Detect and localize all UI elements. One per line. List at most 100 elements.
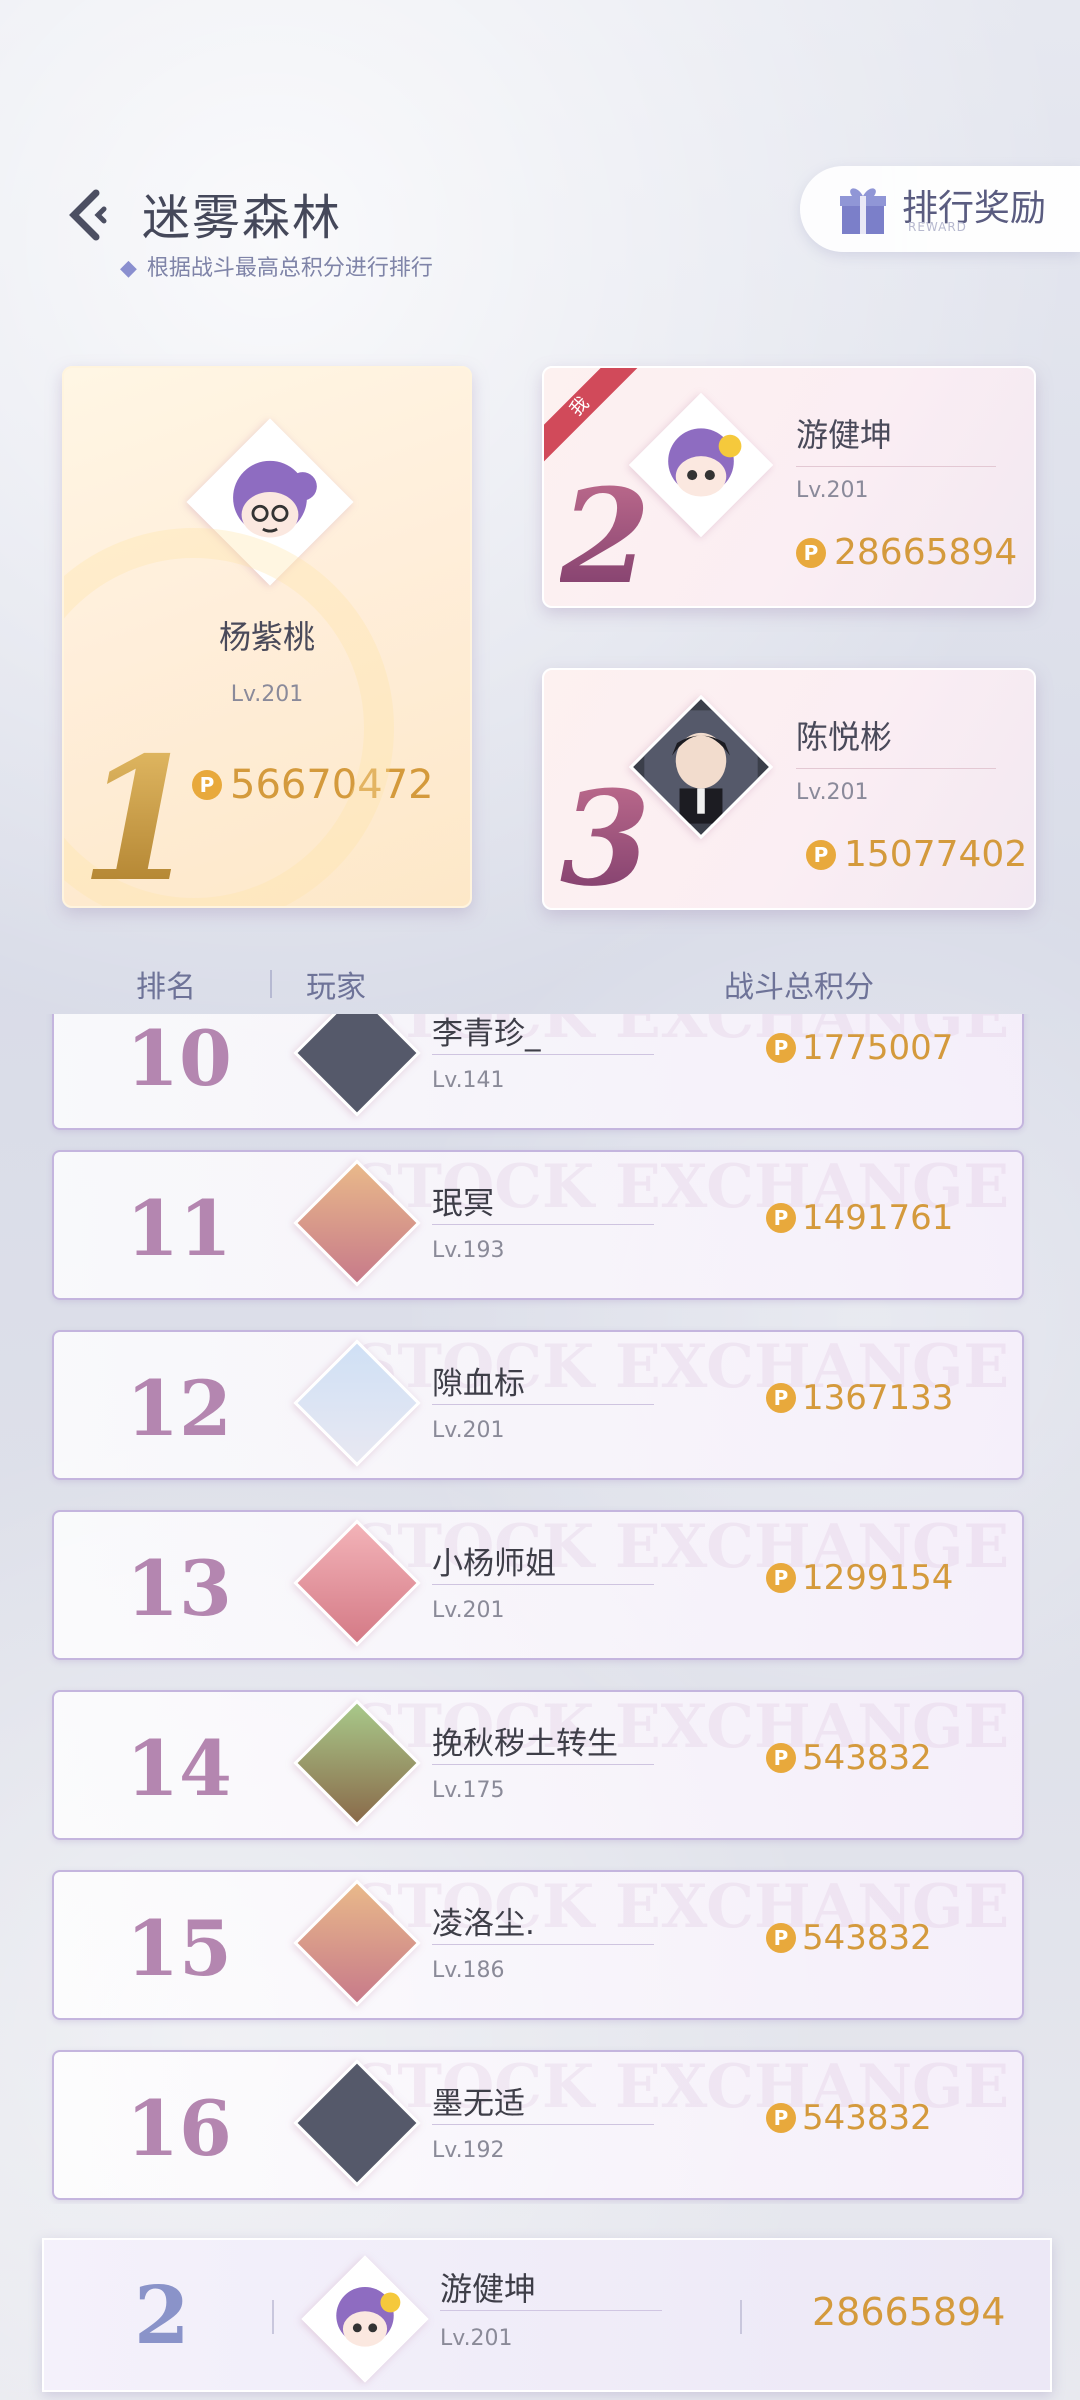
row-rank: 15 <box>126 1904 232 1993</box>
score-value: 1491761 <box>802 1198 954 1238</box>
gift-icon <box>840 188 886 234</box>
score-value: 28665894 <box>834 532 1018 573</box>
boy-avatar-icon <box>644 710 758 824</box>
list-item[interactable]: STOCK EXCHANGE 11 珉冥 Lv.193 P 1491761 <box>52 1150 1024 1300</box>
row-name: 隙血标 <box>432 1366 525 1402</box>
row-score: P 543832 <box>766 2098 932 2138</box>
score-value: 56670472 <box>230 762 434 808</box>
player-score: P 15077402 <box>806 834 1027 875</box>
my-rank-bar[interactable]: 2 游健坤 Lv.201 28665894 <box>42 2238 1052 2392</box>
separator <box>740 2300 742 2334</box>
row-score: P 1299154 <box>766 1558 953 1598</box>
back-button[interactable] <box>60 180 116 250</box>
rank-number-second: 2 <box>560 460 651 613</box>
player-score: P 56670472 <box>192 762 434 808</box>
column-rank: 排名 <box>136 970 196 1005</box>
list-item[interactable]: STOCK EXCHANGE 16 墨无适 Lv.192 P 543832 <box>52 2050 1024 2200</box>
column-player: 玩家 <box>306 970 366 1005</box>
avatar <box>186 418 354 586</box>
score-value: 543832 <box>802 2098 932 2138</box>
player-name: 游健坤 <box>796 416 893 454</box>
reward-button[interactable]: 排行奖励 REWARD <box>800 166 1080 252</box>
list-item[interactable]: STOCK EXCHANGE 15 凌洛尘. Lv.186 P 543832 <box>52 1870 1024 2020</box>
row-level: Lv.175 <box>432 1778 505 1803</box>
divider <box>432 1944 654 1945</box>
coin-icon: P <box>766 1033 796 1063</box>
coin-icon: P <box>766 1203 796 1233</box>
row-rank: 16 <box>126 2084 232 2173</box>
row-score: P 1775007 <box>766 1028 953 1068</box>
coin-icon: P <box>806 839 836 870</box>
list-item[interactable]: STOCK EXCHANGE 14 挽秋秽土转生 Lv.175 P 543832 <box>52 1690 1024 1840</box>
separator <box>272 2300 274 2334</box>
row-level: Lv.201 <box>432 1598 505 1623</box>
avatar <box>301 2255 429 2383</box>
column-separator <box>270 970 272 998</box>
ranking-list[interactable]: STOCK EXCHANGE 10 李青珍_ Lv.141 P 1775007 S… <box>0 1014 1080 2204</box>
header: 迷雾森林 ◆ 根据战斗最高总积分进行排行 排行奖励 REWARD <box>0 166 1080 290</box>
divider <box>432 1584 654 1585</box>
rank-number-third: 3 <box>560 762 651 915</box>
row-name: 小杨师姐 <box>432 1546 556 1582</box>
divider <box>432 2124 654 2125</box>
reward-sublabel: REWARD <box>908 220 967 234</box>
player-score: P 28665894 <box>796 532 1017 573</box>
score-value: 543832 <box>802 1918 932 1958</box>
row-score: P 543832 <box>766 1918 932 1958</box>
coin-icon: P <box>766 1923 796 1953</box>
my-rank-number: 2 <box>134 2268 190 2362</box>
player-level: Lv.201 <box>796 780 869 805</box>
subtitle-text: 根据战斗最高总积分进行排行 <box>146 256 433 281</box>
rank-number-first: 1 <box>80 720 199 920</box>
divider <box>440 2310 662 2311</box>
player-level: Lv.201 <box>230 682 304 707</box>
chibi-avatar-icon <box>233 460 317 538</box>
avatar <box>628 392 774 538</box>
row-name: 珉冥 <box>432 1186 494 1222</box>
row-rank: 10 <box>126 1014 232 1103</box>
avatar <box>628 694 774 840</box>
coin-icon: P <box>796 537 826 568</box>
list-item[interactable]: STOCK EXCHANGE 12 隙血标 Lv.201 P 1367133 <box>52 1330 1024 1480</box>
coin-icon: P <box>766 1383 796 1413</box>
coin-icon: P <box>766 1563 796 1593</box>
row-level: Lv.141 <box>432 1068 505 1093</box>
player-name: 杨紫桃 <box>218 618 315 656</box>
row-name: 凌洛尘. <box>432 1906 535 1942</box>
column-header: 排名 玩家 战斗总积分 <box>0 958 1080 1008</box>
column-score: 战斗总积分 <box>724 970 874 1005</box>
row-level: Lv.193 <box>432 1238 505 1263</box>
row-level: Lv.201 <box>432 1418 505 1443</box>
row-rank: 11 <box>126 1184 232 1273</box>
page-title: 迷雾森林 <box>142 190 343 246</box>
score-value: 1299154 <box>802 1558 954 1598</box>
divider <box>432 1764 654 1765</box>
list-item[interactable]: STOCK EXCHANGE 13 小杨师姐 Lv.201 P 1299154 <box>52 1510 1024 1660</box>
score-value: 543832 <box>802 1738 932 1778</box>
my-level: Lv.201 <box>440 2326 513 2351</box>
player-name: 陈悦彬 <box>796 718 893 756</box>
score-value: 1775007 <box>802 1028 954 1068</box>
list-item[interactable]: STOCK EXCHANGE 10 李青珍_ Lv.141 P 1775007 <box>52 1014 1024 1130</box>
score-value: 1367133 <box>802 1378 954 1418</box>
divider <box>796 768 996 769</box>
back-arrow-icon <box>69 189 107 241</box>
chibi-avatar-icon <box>668 428 742 497</box>
divider <box>432 1054 654 1055</box>
divider <box>796 466 996 467</box>
row-rank: 12 <box>126 1364 232 1453</box>
chibi-avatar-icon <box>336 2286 401 2347</box>
row-name: 挽秋秽土转生 <box>432 1726 618 1762</box>
row-score: P 1367133 <box>766 1378 953 1418</box>
row-rank: 14 <box>126 1724 232 1813</box>
my-name: 游健坤 <box>440 2270 537 2308</box>
row-rank: 13 <box>126 1544 232 1633</box>
row-level: Lv.192 <box>432 2138 505 2163</box>
row-level: Lv.186 <box>432 1958 505 1983</box>
divider <box>432 1404 654 1405</box>
diamond-bullet-icon: ◆ <box>120 256 137 281</box>
score-value: 15077402 <box>844 834 1028 875</box>
player-level: Lv.201 <box>796 478 869 503</box>
row-score: P 543832 <box>766 1738 932 1778</box>
row-score: P 1491761 <box>766 1198 953 1238</box>
